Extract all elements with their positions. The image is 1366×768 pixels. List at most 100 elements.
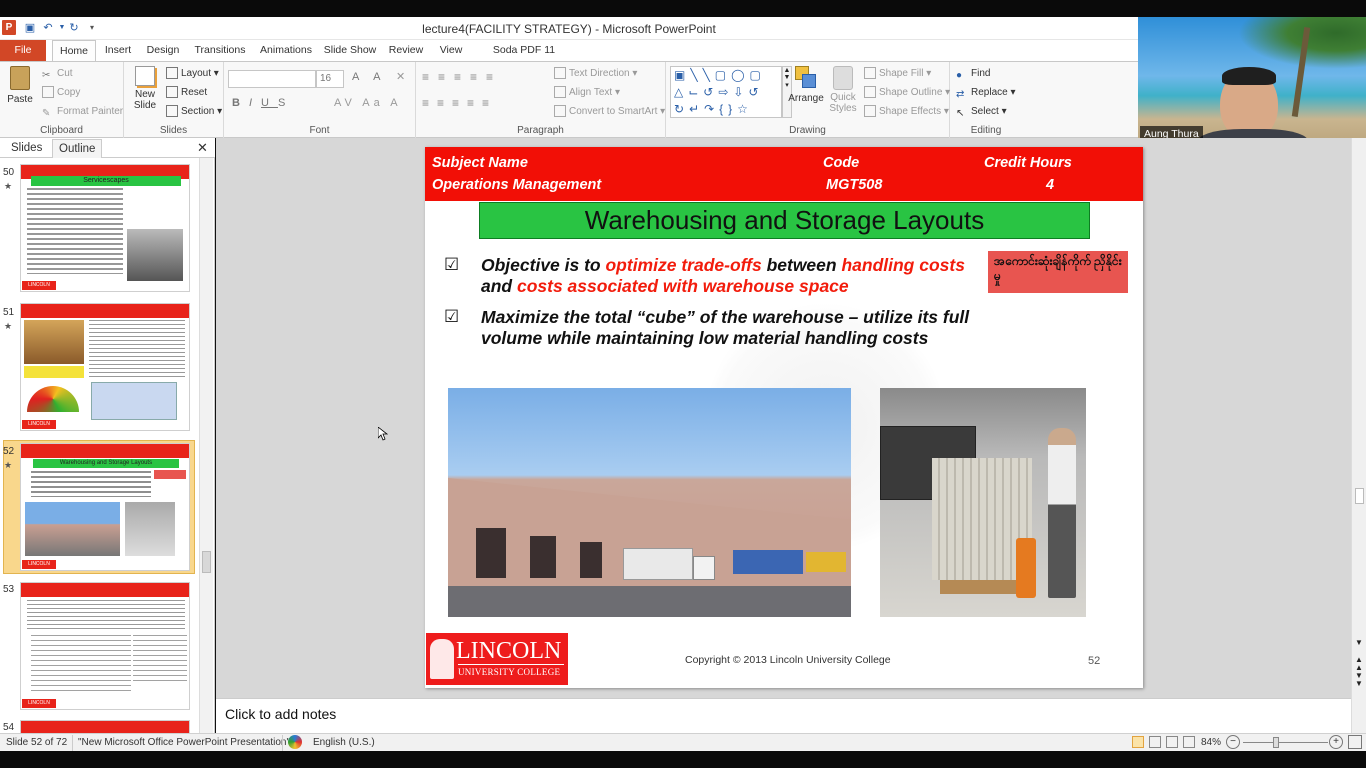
quick-styles-button[interactable]: Quick Styles: [826, 66, 860, 114]
tab-outline-panel[interactable]: Outline: [52, 139, 103, 158]
font-effects-buttons[interactable]: AV Aa A: [334, 97, 402, 109]
paragraph-group-label: Paragraph: [517, 125, 564, 136]
arrange-label: Arrange: [788, 93, 824, 104]
font-size-value: 16: [320, 73, 332, 84]
cut-button[interactable]: ✂ Cut: [42, 65, 73, 83]
close-panel-icon[interactable]: ✕: [197, 140, 208, 156]
font-size-box[interactable]: 16: [316, 70, 344, 88]
slide-thumbnail-51[interactable]: LINCOLN: [20, 303, 190, 431]
notes-placeholder[interactable]: Click to add notes: [225, 706, 336, 722]
current-slide[interactable]: Subject Name Operations Management Code …: [425, 147, 1143, 688]
loading-dock-door: [476, 528, 506, 578]
warehouse-photo[interactable]: [448, 388, 851, 617]
new-slide-icon: [135, 66, 155, 86]
reset-label: Reset: [181, 87, 208, 98]
truck-trailer: [623, 548, 693, 580]
thumb-list: [31, 635, 131, 695]
loading-dock-door: [580, 542, 602, 578]
layout-button[interactable]: Layout ▾: [166, 65, 219, 83]
section-button[interactable]: Section ▾: [166, 103, 222, 121]
font-size-grow-shrink[interactable]: A A: [352, 71, 387, 83]
thumb-header: [21, 304, 189, 318]
bullet-maximize-cube[interactable]: Maximize the total “cube” of the warehou…: [481, 307, 1021, 349]
select-label: Select: [971, 106, 999, 117]
worker: [1048, 428, 1076, 598]
slide-thumbnail-52[interactable]: Warehousing and Storage Layouts LINCOLN: [20, 443, 190, 571]
replace-button[interactable]: ⇄ Replace ▾: [956, 84, 1016, 102]
list-buttons[interactable]: ≡≡≡≡≡: [422, 70, 502, 84]
spell-check-icon[interactable]: [288, 735, 302, 749]
align-buttons[interactable]: ≡≡≡≡≡: [422, 96, 497, 110]
shape-effects-button[interactable]: Shape Effects ▾: [864, 103, 949, 121]
paste-button[interactable]: Paste: [4, 66, 36, 105]
slide-show-view-icon[interactable]: [1183, 736, 1195, 748]
slide-title[interactable]: Warehousing and Storage Layouts: [479, 202, 1090, 239]
slides-group-label: Slides: [159, 125, 188, 136]
clipboard-icon: [10, 66, 30, 90]
canvas-scrollbar[interactable]: ▼ ▲ ▲ ▼ ▼: [1351, 138, 1366, 733]
tab-soda-pdf[interactable]: Soda PDF 11 Creator: [474, 40, 574, 77]
tab-animations[interactable]: Animations: [256, 40, 316, 61]
shape-fill-button[interactable]: Shape Fill ▾: [864, 65, 931, 83]
slide-thumbnail-53[interactable]: LINCOLN: [20, 582, 190, 710]
shape-effects-label: Shape Effects: [879, 106, 942, 117]
scroll-down-icon[interactable]: ▼: [1355, 638, 1363, 647]
paste-label: Paste: [7, 94, 33, 105]
copy-button[interactable]: Copy: [42, 84, 80, 102]
pallet-jack-photo[interactable]: [880, 388, 1086, 617]
zoom-out-icon[interactable]: −: [1226, 735, 1240, 749]
text-direction-button[interactable]: Text Direction ▾: [554, 65, 637, 83]
thumbnail-number: 52: [3, 446, 15, 457]
section-icon: [166, 105, 178, 118]
arrange-button[interactable]: Arrange: [788, 66, 824, 104]
tab-insert[interactable]: Insert: [100, 40, 136, 61]
next-slide-icon[interactable]: ▼ ▼: [1355, 672, 1363, 688]
shapes-gallery[interactable]: ▣╲╲▢◯▢ △⌙↺⇨⇩↺ ↻↵↷{}☆: [670, 66, 782, 118]
slides-panel-scrollbar[interactable]: [199, 158, 213, 733]
shape-outline-button[interactable]: Shape Outline ▾: [864, 84, 950, 102]
normal-view-icon[interactable]: [1132, 736, 1144, 748]
bullet-objective[interactable]: Objective is to optimize trade-offs betw…: [481, 255, 987, 297]
slide-thumbnail-50[interactable]: Servicescapes LINCOLN: [20, 164, 190, 292]
scrollbar-thumb[interactable]: [1355, 488, 1364, 504]
slide-thumbnail-54[interactable]: [20, 720, 190, 733]
zoom-slider-track[interactable]: [1243, 742, 1328, 743]
zoom-in-icon[interactable]: +: [1329, 735, 1343, 749]
clipboard-group-label: Clipboard: [40, 125, 83, 136]
find-button[interactable]: ● Find: [956, 65, 990, 83]
quick-styles-label-2: Styles: [829, 103, 857, 114]
clear-formatting-icon[interactable]: ✕: [396, 70, 405, 83]
select-button[interactable]: ↖ Select ▾: [956, 103, 1007, 121]
slide-sorter-view-icon[interactable]: [1149, 736, 1161, 748]
font-group: 16 A A ✕ BIUS AV Aa A Font: [224, 62, 416, 138]
fit-to-window-icon[interactable]: [1348, 735, 1362, 749]
tab-review[interactable]: Review: [384, 40, 428, 61]
pallet: [940, 580, 1026, 594]
reset-button[interactable]: Reset: [166, 84, 207, 102]
prev-slide-icon[interactable]: ▲ ▲: [1355, 656, 1363, 672]
notes-pane[interactable]: Click to add notes: [216, 698, 1351, 733]
tab-slide-show[interactable]: Slide Show: [322, 40, 378, 61]
reading-view-icon[interactable]: [1166, 736, 1178, 748]
format-painter-button[interactable]: ✎ Format Painter: [42, 103, 123, 121]
zoom-slider-thumb[interactable]: [1273, 737, 1279, 748]
tab-home[interactable]: Home: [52, 40, 96, 62]
tab-design[interactable]: Design: [142, 40, 184, 61]
bullet1-text-c: between: [761, 255, 842, 275]
new-slide-button[interactable]: New Slide: [128, 66, 162, 111]
convert-smartart-button[interactable]: Convert to SmartArt ▾: [554, 103, 665, 121]
tab-view[interactable]: View: [434, 40, 468, 61]
thumb-caption: [24, 366, 84, 378]
tab-transitions[interactable]: Transitions: [190, 40, 250, 61]
scrollbar-thumb[interactable]: [202, 551, 211, 573]
myanmar-annotation[interactable]: အကောင်းဆုံးချိန်ကိုက် ညှိနိုင်းမှု: [988, 251, 1128, 293]
tab-file[interactable]: File: [0, 40, 46, 61]
language-status[interactable]: English (U.S.): [313, 737, 375, 748]
align-text-button[interactable]: Align Text ▾: [554, 84, 620, 102]
checkbox-bullet-icon: ☑: [444, 255, 460, 274]
font-name-box[interactable]: [228, 70, 316, 88]
zoom-level[interactable]: 84%: [1201, 737, 1221, 748]
font-style-buttons[interactable]: BIUS: [232, 97, 294, 109]
tab-slides-panel[interactable]: Slides: [5, 139, 48, 158]
section-label: Section: [181, 106, 215, 117]
